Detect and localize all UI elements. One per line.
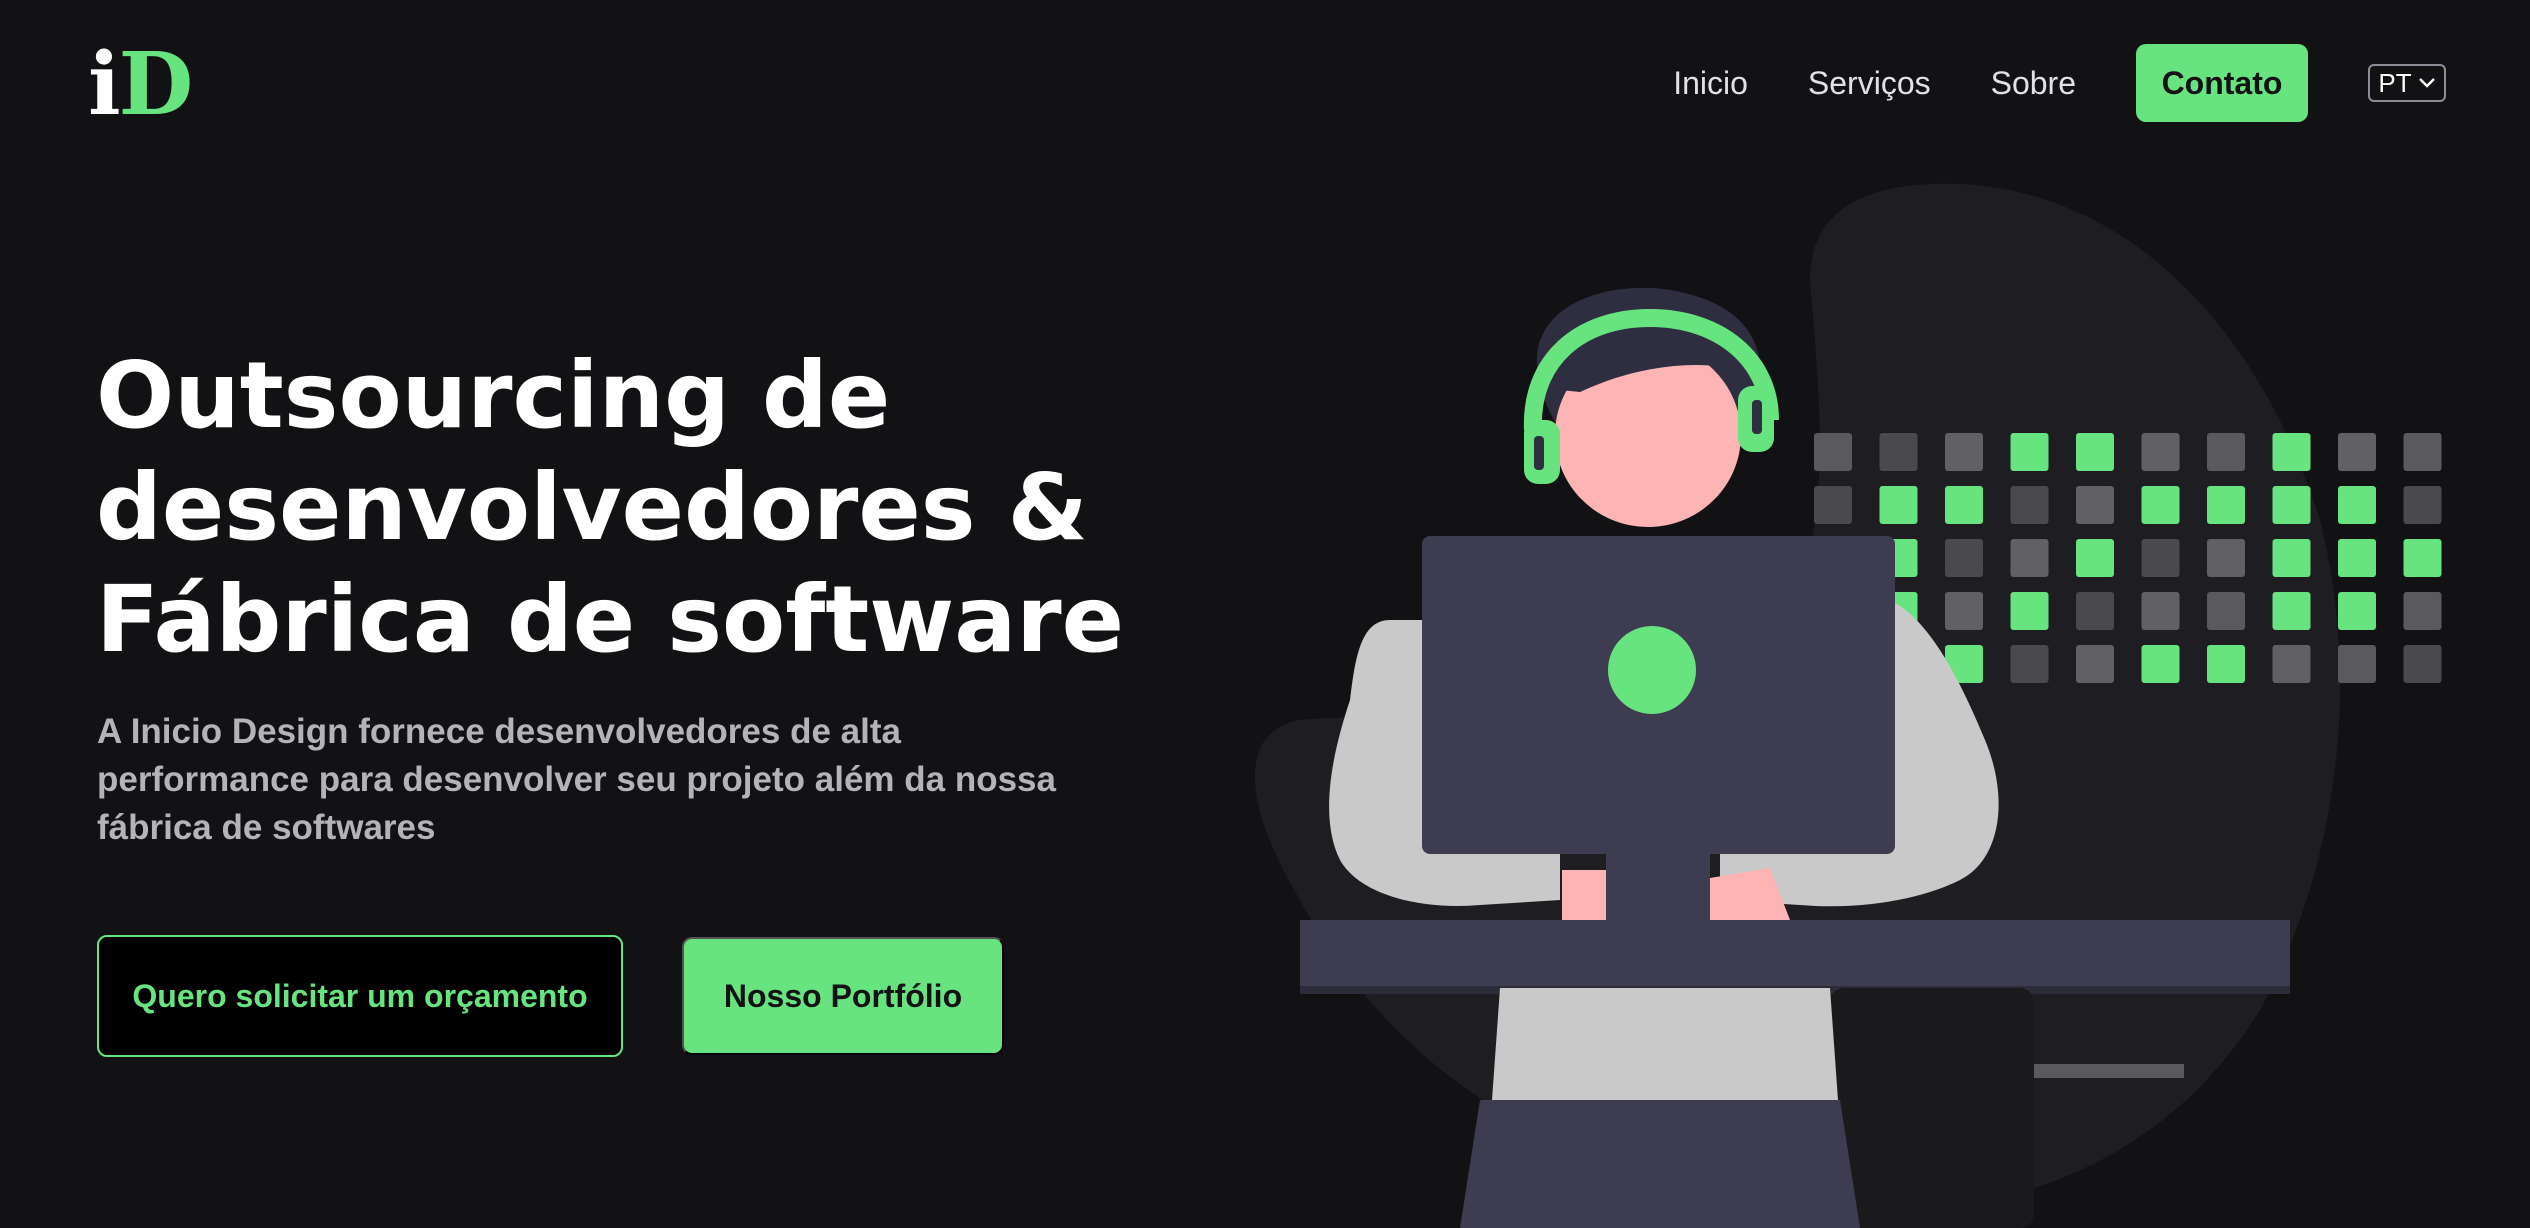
grid-tile bbox=[2141, 645, 2180, 683]
grid-tile bbox=[2338, 592, 2376, 630]
request-quote-button[interactable]: Quero solicitar um orçamento bbox=[97, 935, 623, 1057]
logo[interactable]: i D bbox=[88, 34, 194, 135]
main-nav: Inicio Serviços Sobre Contato PT bbox=[1673, 44, 2446, 122]
grid-tile bbox=[1945, 433, 1983, 471]
grid-tile bbox=[2403, 486, 2442, 524]
grid-tile bbox=[2272, 486, 2311, 524]
grid-tile bbox=[1945, 592, 1983, 630]
grid-tile bbox=[2207, 486, 2245, 524]
grid-tile bbox=[2010, 539, 2049, 577]
grid-tile bbox=[2207, 539, 2245, 577]
grid-tile bbox=[2403, 433, 2442, 471]
grid-tile bbox=[2338, 433, 2376, 471]
grid-tile bbox=[2338, 645, 2376, 683]
laptop-logo bbox=[1608, 626, 1696, 714]
grid-tile bbox=[1945, 486, 1983, 524]
hero-title-line: desenvolvedores & bbox=[96, 454, 1088, 561]
grid-tile bbox=[2272, 645, 2311, 683]
grid-tile bbox=[2076, 486, 2114, 524]
grid-tile bbox=[2338, 539, 2376, 577]
nav-link-inicio[interactable]: Inicio bbox=[1673, 65, 1748, 102]
grid-tile bbox=[2272, 433, 2311, 471]
desk bbox=[1300, 920, 2290, 988]
hero-subtitle-line: A Inicio Design fornece desenvolvedores … bbox=[97, 712, 901, 751]
grid-tile bbox=[2141, 592, 2180, 630]
grid-tile bbox=[2272, 539, 2311, 577]
grid-tile bbox=[2403, 539, 2442, 577]
grid-tile bbox=[2207, 433, 2245, 471]
chevron-down-icon bbox=[2418, 78, 2435, 88]
contact-button[interactable]: Contato bbox=[2136, 44, 2308, 122]
grid-tile bbox=[2207, 645, 2245, 683]
hero-title-line: Fábrica de software bbox=[96, 566, 1125, 673]
grid-tile bbox=[2403, 592, 2442, 630]
hero-subtitle-line: fábrica de softwares bbox=[97, 808, 436, 847]
headphone-right-detail bbox=[1752, 400, 1762, 434]
grid-tile bbox=[2076, 592, 2114, 630]
grid-tile bbox=[1945, 539, 1983, 577]
person-hand-left bbox=[1562, 870, 1606, 920]
hero-subtitle: A Inicio Design fornece desenvolvedores … bbox=[97, 708, 1097, 852]
logo-letter-i: i bbox=[88, 34, 121, 135]
person-legs bbox=[1460, 1100, 1860, 1228]
hero-title-line: Outsourcing de bbox=[96, 342, 891, 449]
developer-illustration bbox=[1255, 183, 2442, 1228]
hero-title: Outsourcing de desenvolvedores & Fábrica… bbox=[96, 340, 1246, 676]
grid-tile bbox=[2141, 433, 2180, 471]
person-lower-body bbox=[1492, 988, 1838, 1100]
grid-tile bbox=[2010, 486, 2049, 524]
grid-tile bbox=[2010, 645, 2049, 683]
grid-tile bbox=[2010, 433, 2049, 471]
grid-tile bbox=[1879, 433, 1918, 471]
grid-tile bbox=[2076, 433, 2114, 471]
grid-tile bbox=[2207, 592, 2245, 630]
portfolio-button[interactable]: Nosso Portfólio bbox=[682, 937, 1004, 1055]
hero-subtitle-line: performance para desenvolver seu projeto… bbox=[97, 760, 1056, 799]
chair-rail bbox=[2034, 1064, 2184, 1078]
grid-tile bbox=[2338, 486, 2376, 524]
grid-tile bbox=[1814, 486, 1852, 524]
headphone-left-detail bbox=[1534, 436, 1544, 470]
grid-tile bbox=[2141, 486, 2180, 524]
chair bbox=[1830, 988, 2034, 1228]
logo-letter-d: D bbox=[118, 34, 194, 135]
nav-link-servicos[interactable]: Serviços bbox=[1808, 65, 1931, 102]
grid-tile bbox=[2010, 592, 2049, 630]
grid-tile bbox=[2076, 645, 2114, 683]
nav-link-sobre[interactable]: Sobre bbox=[1991, 65, 2076, 102]
grid-tile bbox=[2403, 645, 2442, 683]
grid-tile bbox=[2076, 539, 2114, 577]
grid-tile bbox=[1879, 486, 1918, 524]
landing-page: i D Inicio Serviços Sobre Contato PT Out… bbox=[0, 0, 2530, 1228]
grid-tile bbox=[2141, 539, 2180, 577]
grid-tile bbox=[1814, 433, 1852, 471]
laptop-stand bbox=[1606, 854, 1710, 920]
language-select[interactable]: PT bbox=[2368, 64, 2446, 102]
language-select-value: PT bbox=[2378, 67, 2412, 98]
grid-tile bbox=[2272, 592, 2311, 630]
